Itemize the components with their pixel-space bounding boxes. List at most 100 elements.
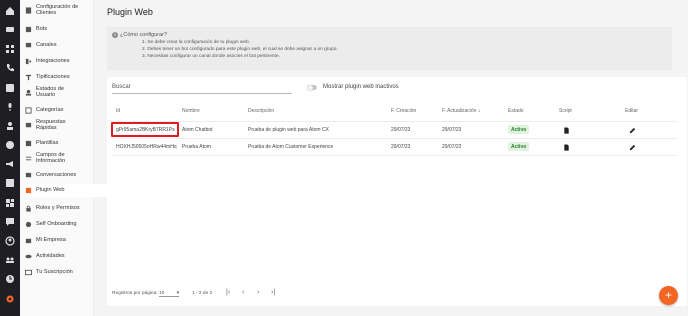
first-page-icon[interactable]: |‹ (226, 289, 230, 296)
sidebar-item-label: Plugin Web (36, 187, 65, 194)
sidebar-item-label: Estados de Usuario (36, 86, 64, 99)
table-divider (112, 138, 677, 139)
table-divider (112, 121, 677, 122)
rows-per-page-select[interactable]: 10 ▾ (159, 291, 179, 297)
row-updated: 29/07/23 (442, 127, 462, 133)
sidebar-item-label: Plantillas (36, 139, 59, 146)
column-header-id[interactable]: Id (116, 108, 120, 114)
row-description: Prueba de Atom Customer Experience (248, 144, 334, 150)
message-icon[interactable] (3, 215, 17, 229)
mic-icon[interactable] (3, 100, 17, 114)
row-created: 29/07/23 (391, 144, 411, 150)
company-icon (24, 236, 32, 244)
clock-icon[interactable] (3, 272, 17, 286)
row-created: 29/07/23 (391, 127, 411, 133)
icon-rail (0, 0, 20, 316)
sidebar-item-label: Actividades (36, 252, 65, 259)
sidebar-item-label: Configuración de Clientes (36, 4, 79, 17)
search-underline (112, 93, 292, 94)
column-header-descripcion[interactable]: Descripción (248, 108, 274, 114)
type-icon (24, 73, 32, 81)
page-title: Plugin Web (107, 7, 153, 17)
config-sidebar: Configuración de Clientes Bots Canales I… (20, 0, 110, 316)
column-header-actualizacion[interactable]: F. Actualización ↓ (442, 108, 480, 114)
grid-icon[interactable] (3, 42, 17, 56)
person-icon[interactable] (3, 234, 17, 248)
quick-reply-icon (24, 121, 32, 129)
row-description: Prueba de plugin web para Atom CX (248, 127, 329, 133)
rows-per-page-label: Registros por página: (112, 291, 158, 296)
people-icon[interactable] (3, 253, 17, 267)
sidebar-item-label: Conversaciones (36, 171, 77, 178)
table-divider (112, 155, 677, 156)
add-plugin-button[interactable]: + (659, 286, 678, 305)
status-badge: Activo (508, 142, 530, 151)
info-box: i ¿Cómo configurar? 1. Se debe crear la … (107, 27, 672, 70)
phone-icon[interactable] (3, 61, 17, 75)
search-input[interactable]: Buscar (112, 84, 131, 90)
sidebar-item-label: Tu Suscripción (36, 268, 73, 275)
campaign-icon[interactable] (3, 157, 17, 171)
fields-icon (24, 154, 32, 162)
sidebar-item-label: Canales (36, 41, 57, 48)
info-line: 3. Necesitas configurar un canal donde a… (142, 54, 280, 59)
sidebar-item-label: Mi Empresa (36, 236, 66, 243)
card-icon (24, 268, 32, 276)
column-header-creacion[interactable]: F. Creación (391, 108, 416, 114)
edit-icon[interactable] (628, 126, 636, 134)
row-id[interactable]: HOXHJ50505oHRw44mHoj (116, 144, 177, 150)
info-line: 1. Se debe crear la configuración de tu … (142, 40, 251, 45)
sort-arrow-icon: ↓ (477, 108, 481, 114)
plugin-table-card: Buscar Mostrar plugin web inactivos Id N… (107, 77, 687, 306)
row-name: Prueba Atom (182, 144, 211, 150)
column-header-script[interactable]: Script (559, 108, 572, 114)
column-header-nombre[interactable]: Nombre (182, 108, 200, 114)
sidebar-item-label: Categorías (36, 106, 64, 113)
script-icon[interactable] (562, 126, 570, 134)
column-header-label: F. Actualización (442, 108, 477, 114)
row-updated: 29/07/23 (442, 144, 462, 150)
info-icon: i (112, 32, 118, 38)
sidebar-item-label: Respuestas Rápidas (36, 119, 66, 132)
edit-icon[interactable] (628, 143, 636, 151)
prev-page-icon[interactable]: ‹ (242, 289, 244, 296)
template-icon (24, 139, 32, 147)
main-content: Plugin Web i ¿Cómo configurar? 1. Se deb… (94, 0, 688, 316)
document-icon (24, 6, 32, 14)
user-status-icon (24, 88, 32, 96)
info-line: 2. Debes tener un bot configurado para e… (142, 47, 338, 52)
whatsapp-icon[interactable] (3, 138, 17, 152)
lock-icon (24, 204, 32, 212)
home-icon[interactable] (3, 4, 17, 18)
rows-per-page-value: 10 (159, 291, 165, 296)
script-icon[interactable] (562, 143, 570, 151)
inactive-toggle[interactable] (307, 84, 317, 91)
id-highlight-box (111, 122, 179, 137)
sidebar-item-label: Roles y Permisos (36, 204, 80, 211)
list-icon[interactable] (3, 176, 17, 190)
row-name: Atom Chatbot (182, 127, 213, 133)
chevron-down-icon: ▾ (176, 291, 179, 296)
user-off-icon[interactable] (3, 119, 17, 133)
settings-icon[interactable] (3, 292, 17, 306)
last-page-icon[interactable]: ›| (271, 289, 275, 296)
pagination-range: 1 - 2 de 2 (192, 291, 213, 296)
channel-icon (24, 41, 32, 49)
sidebar-item-label: Integraciones (36, 57, 70, 64)
sidebar-item-label: Self Onboarding (36, 220, 77, 227)
contact-card-icon[interactable] (3, 81, 17, 95)
sidebar-item-label: Campos de Información (36, 152, 66, 165)
next-page-icon[interactable]: › (257, 289, 259, 296)
column-header-estado[interactable]: Estado (508, 108, 524, 114)
status-badge: Activo (508, 125, 530, 134)
inactive-toggle-label: Mostrar plugin web inactivos (323, 84, 399, 90)
sidebar-item-label: Tipificaciones (36, 73, 70, 80)
chat-icon[interactable] (3, 23, 17, 37)
info-title: ¿Cómo configurar? (120, 32, 168, 38)
column-header-editar[interactable]: Editar (625, 108, 638, 114)
sidebar-item-label: Bots (36, 25, 48, 32)
apps-icon[interactable] (3, 196, 17, 210)
eye-icon (24, 252, 32, 260)
bot-icon (24, 25, 32, 33)
plugin-icon (24, 187, 32, 195)
